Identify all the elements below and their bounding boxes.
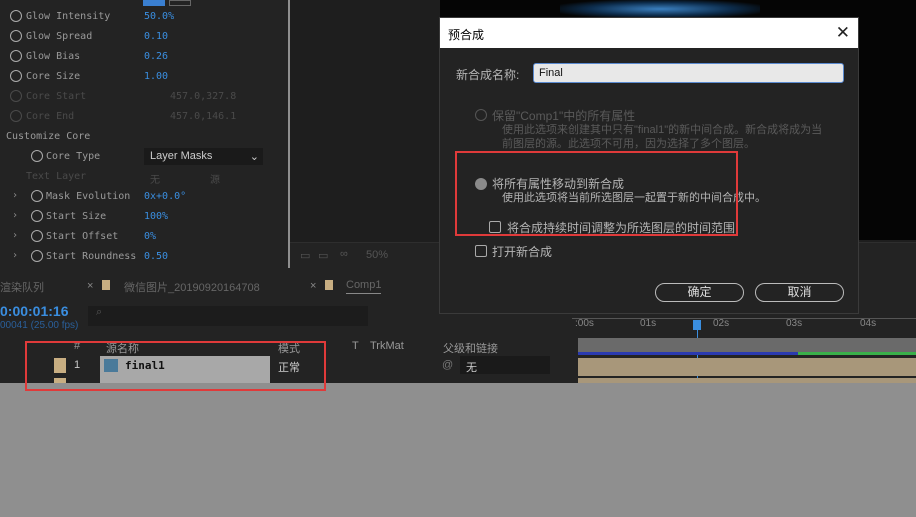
comp-name-input[interactable]: Final [533, 63, 844, 83]
chevron-right-icon[interactable]: › [12, 230, 18, 241]
stopwatch-icon[interactable] [31, 210, 43, 222]
mask-icon[interactable]: ∞ [340, 248, 348, 260]
comp-color-icon [325, 280, 333, 290]
prop-start-size[interactable]: › Start Size 100% [0, 207, 288, 227]
stopwatch-icon[interactable] [31, 150, 43, 162]
prop-text-layer: Text Layer 无源 [26, 171, 220, 186]
tab-wechat-image[interactable]: 微信图片_20190920164708 [124, 279, 260, 295]
chevron-down-icon: ⌄ [249, 151, 259, 163]
prop-glow-intensity[interactable]: Glow Intensity 50.0% [0, 7, 288, 27]
prop-start-roundness[interactable]: › Start Roundness 0.50 [0, 247, 288, 267]
col-parent: 父级和链接 [443, 343, 498, 355]
open-new-comp-label[interactable]: 打开新合成 [492, 243, 552, 260]
prop-glow-spread[interactable]: Glow Spread 0.10 [0, 27, 288, 47]
prop-core-size[interactable]: Core Size 1.00 [0, 67, 288, 87]
ruler-tick: :00s [575, 318, 594, 329]
ruler-tick: 04s [860, 318, 877, 329]
effect-controls-panel: Glow Intensity 50.0% Glow Spread 0.10 Glow… [0, 0, 288, 268]
layer-search-input[interactable]: ⌕ [88, 306, 368, 326]
ruler-tick: 02s [713, 318, 730, 329]
cancel-button[interactable]: 取消 [755, 283, 844, 302]
parent-dropdown[interactable]: 无 [460, 356, 550, 374]
prop-core-type[interactable]: Core Type Layer Masks ⌄ [0, 147, 288, 167]
chevron-right-icon[interactable]: › [12, 190, 18, 201]
highlight-box [25, 341, 326, 391]
color-swatch[interactable] [143, 0, 165, 6]
pickwhip-icon[interactable]: @ [442, 359, 453, 371]
stopwatch-icon[interactable] [10, 50, 22, 62]
display-icon[interactable]: ▭ [318, 249, 328, 262]
prop-core-end: Core End 457.0,146.1 [0, 107, 288, 127]
search-icon: ⌕ [96, 306, 103, 318]
cache-bar [798, 352, 916, 355]
chevron-right-icon[interactable]: › [12, 210, 18, 221]
stopwatch-icon[interactable] [31, 250, 43, 262]
glow-preview [560, 0, 760, 18]
open-new-comp-checkbox[interactable] [475, 245, 487, 257]
prop-core-start: Core Start 457.0,327.8 [0, 87, 288, 107]
prop-glow-bias[interactable]: Glow Bias 0.26 [0, 47, 288, 67]
tab-render-queue[interactable]: 渲染队列 [0, 279, 44, 295]
ruler-tick: 01s [640, 318, 657, 329]
color-swatch[interactable] [169, 0, 191, 6]
stopwatch-icon[interactable] [10, 30, 22, 42]
close-icon[interactable]: × [310, 280, 316, 292]
close-icon[interactable]: × [87, 280, 93, 292]
highlight-box [455, 151, 738, 236]
core-type-dropdown[interactable]: Layer Masks ⌄ [144, 148, 263, 165]
chevron-right-icon[interactable]: › [12, 250, 18, 261]
layer-bar[interactable] [578, 358, 916, 376]
fps-readout: 00041 (25.00 fps) [0, 320, 79, 331]
group-customize-core[interactable]: Customize Core [0, 127, 288, 147]
timecode[interactable]: 0:00:01:16 [0, 303, 69, 319]
stopwatch-icon[interactable] [10, 70, 22, 82]
stopwatch-icon[interactable] [31, 230, 43, 242]
layer-bar[interactable] [578, 378, 916, 383]
col-t: T [352, 340, 359, 352]
precompose-dialog: 预合成 ✕ 新合成名称: Final 保留"Comp1"中的所有属性 使用此选项来… [439, 17, 859, 314]
prop-start-offset[interactable]: › Start Offset 0% [0, 227, 288, 247]
comp-color-icon [102, 280, 110, 290]
ok-button[interactable]: 确定 [655, 283, 744, 302]
ruler-tick: 03s [786, 318, 803, 329]
stopwatch-icon[interactable] [31, 190, 43, 202]
col-trkmat: TrkMat [370, 340, 404, 352]
prop-mask-evolution[interactable]: › Mask Evolution 0x+0.0° [0, 187, 288, 207]
dialog-title-bar: 预合成 ✕ [440, 18, 858, 48]
tab-comp1[interactable]: Comp1 [346, 279, 382, 294]
radio-leave-attributes [475, 109, 487, 121]
zoom-dropdown[interactable]: 50% [366, 249, 388, 261]
stopwatch-icon [10, 90, 22, 102]
monitor-icon[interactable]: ▭ [300, 249, 310, 262]
work-area-bar[interactable] [578, 338, 916, 353]
close-icon[interactable]: ✕ [836, 23, 850, 43]
stopwatch-icon[interactable] [10, 10, 22, 22]
stopwatch-icon [10, 110, 22, 122]
